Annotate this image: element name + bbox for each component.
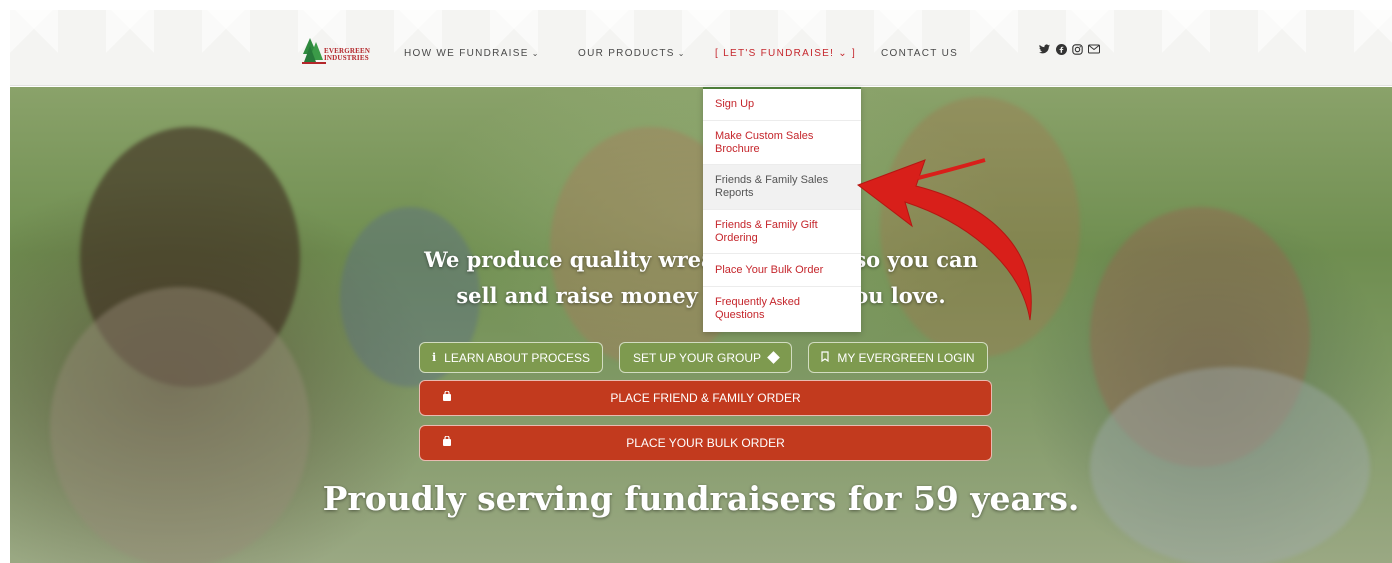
button-label: SET UP YOUR GROUP	[632, 350, 762, 365]
shopping-bag-icon	[442, 390, 452, 405]
direction-diamond-icon	[767, 351, 780, 364]
chevron-down-icon: ⌄	[677, 49, 686, 58]
tree-logo-icon	[302, 38, 326, 64]
hero-photo-figure	[1090, 367, 1370, 563]
menu-item-bulk-order[interactable]: Place Your Bulk Order	[703, 254, 861, 287]
nav-label: OUR PRODUCTS	[578, 48, 675, 59]
top-navbar: EVERGREEN INDUSTRIES HOW WE FUNDRAISE ⌄ O…	[10, 10, 1392, 86]
nav-label: CONTACT US	[881, 48, 959, 59]
nav-label: [ LET'S FUNDRAISE! ⌄ ]	[715, 48, 857, 59]
hero-photo-figure	[50, 287, 310, 563]
menu-item-sign-up[interactable]: Sign Up	[703, 89, 861, 121]
nav-contact-us[interactable]: CONTACT US	[881, 48, 958, 59]
nav-label: HOW WE FUNDRAISE	[404, 48, 529, 59]
button-label: LEARN ABOUT PROCESS	[444, 350, 590, 365]
hero-photo-figure	[880, 97, 1080, 357]
menu-item-gift-ordering[interactable]: Friends & Family Gift Ordering	[703, 210, 861, 254]
headline-part: We produce quality wreat	[424, 247, 725, 272]
twitter-icon[interactable]	[1036, 44, 1052, 57]
nav-how-we-fundraise[interactable]: HOW WE FUNDRAISE ⌄	[404, 48, 540, 59]
bookmark-icon	[821, 350, 830, 365]
headline-part: ou love.	[854, 283, 946, 308]
email-icon[interactable]	[1086, 44, 1102, 57]
headline-part: sell and raise money f	[456, 283, 715, 308]
hero-tagline: Proudly serving fundraisers for 59 years…	[322, 479, 1080, 518]
learn-about-process-button[interactable]: i LEARN ABOUT PROCESS	[419, 342, 603, 373]
place-friend-family-order-button[interactable]: PLACE FRIEND & FAMILY ORDER	[419, 380, 992, 416]
button-label: PLACE FRIEND & FAMILY ORDER	[610, 391, 801, 405]
info-icon: i	[431, 351, 437, 364]
my-evergreen-login-button[interactable]: MY EVERGREEN LOGIN	[808, 342, 988, 373]
place-bulk-order-button[interactable]: PLACE YOUR BULK ORDER	[419, 425, 992, 461]
hero-headline-line2: sell and raise money f ou love.	[10, 283, 1392, 308]
nav-our-products[interactable]: OUR PRODUCTS ⌄	[578, 48, 686, 59]
logo-text: EVERGREEN INDUSTRIES	[324, 47, 371, 62]
hero-headline-line1: We produce quality wreat so you can	[10, 247, 1392, 272]
evergreen-logo[interactable]: EVERGREEN INDUSTRIES	[302, 36, 374, 66]
chevron-down-icon: ⌄	[531, 49, 540, 58]
menu-item-faq[interactable]: Frequently Asked Questions	[703, 287, 861, 332]
shopping-bag-icon	[442, 435, 452, 450]
lets-fundraise-dropdown: Sign Up Make Custom Sales Brochure Frien…	[703, 87, 861, 332]
facebook-icon[interactable]	[1053, 44, 1069, 58]
hero-banner: We produce quality wreat so you can sell …	[10, 87, 1392, 563]
button-label: PLACE YOUR BULK ORDER	[626, 436, 785, 450]
headline-part: so you can	[854, 247, 978, 272]
button-label: MY EVERGREEN LOGIN	[837, 350, 975, 365]
menu-item-custom-brochure[interactable]: Make Custom Sales Brochure	[703, 121, 861, 165]
nav-lets-fundraise[interactable]: [ LET'S FUNDRAISE! ⌄ ]	[715, 48, 856, 59]
set-up-group-button[interactable]: SET UP YOUR GROUP	[619, 342, 792, 373]
instagram-icon[interactable]	[1069, 44, 1085, 58]
menu-item-sales-reports[interactable]: Friends & Family Sales Reports	[703, 165, 861, 210]
